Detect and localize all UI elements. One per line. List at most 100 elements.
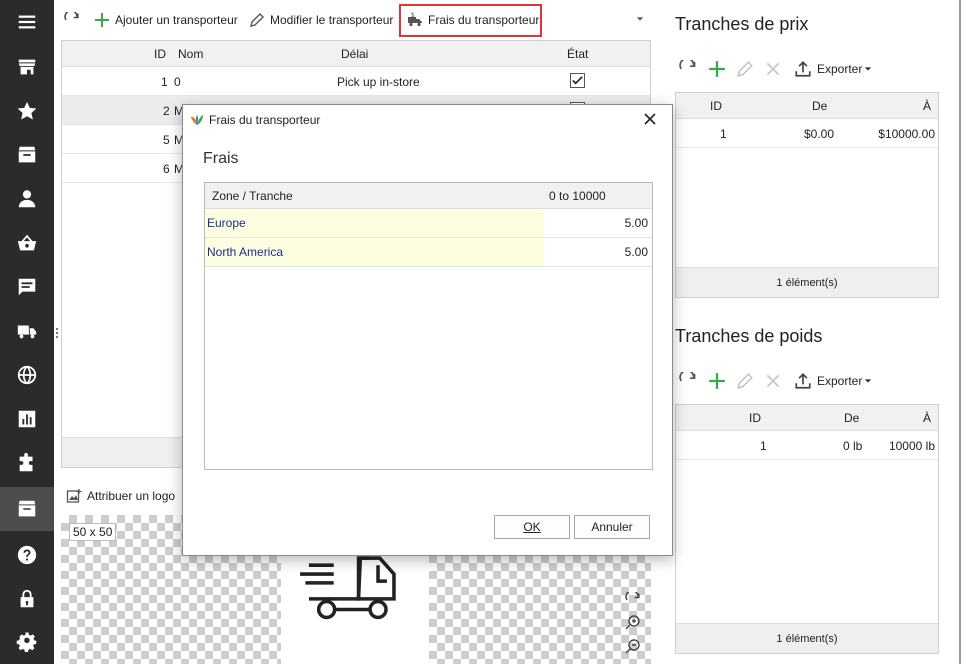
weight-add-button[interactable] (708, 369, 726, 393)
row-id: 1 (161, 75, 168, 89)
weight-refresh-button[interactable] (679, 369, 697, 393)
weight-export-button[interactable]: Exporter (794, 369, 872, 393)
price-ranges-grid: ID De À 1 $0.00 $10000.00 1 élément(s) (675, 92, 939, 298)
sidebar-item-shipping[interactable] (0, 309, 54, 353)
ok-label: OK (523, 520, 541, 534)
price-export-label: Exporter (817, 62, 863, 76)
close-icon[interactable] (642, 111, 658, 127)
add-carrier-button[interactable]: Ajouter un transporteur (94, 8, 238, 32)
table-row[interactable]: 1 $0.00 $10000.00 (676, 119, 938, 148)
cancel-label: Annuler (591, 520, 633, 534)
zoom-out-icon[interactable] (625, 638, 641, 654)
help-icon (17, 545, 37, 565)
zone-link[interactable]: North America (205, 238, 544, 266)
toolbar-overflow-button[interactable] (636, 12, 646, 26)
row-id: 6 (163, 162, 170, 176)
weight-delete-button[interactable] (764, 369, 782, 393)
refresh-icon (64, 12, 79, 21)
price-add-button[interactable] (708, 57, 726, 81)
column-header-range[interactable]: 0 to 10000 (549, 189, 606, 203)
column-header-to[interactable]: À (923, 411, 931, 425)
sidebar-item-orders[interactable] (0, 133, 54, 177)
rotate-icon[interactable] (625, 592, 641, 608)
price-ranges-title: Tranches de prix (675, 14, 809, 34)
table-row[interactable]: Europe 5.00 (205, 209, 652, 238)
dialog-heading: Frais (203, 150, 239, 167)
preview-tools (619, 590, 649, 664)
sidebar-item-reports[interactable] (0, 397, 54, 441)
column-header-id[interactable]: ID (749, 411, 761, 425)
message-icon (18, 278, 36, 296)
logo-size-badge: 50 x 50 (69, 523, 117, 541)
weight-grid-header: ID De À (676, 405, 938, 431)
refresh-button[interactable] (64, 8, 85, 32)
fee-value[interactable]: 5.00 (625, 209, 648, 237)
price-delete-button[interactable] (764, 57, 782, 81)
upload-icon (795, 61, 811, 77)
column-header-id[interactable]: ID (154, 47, 166, 61)
chart-icon (18, 410, 36, 428)
cancel-button[interactable]: Annuler (574, 515, 650, 539)
price-grid-header: ID De À (676, 93, 938, 119)
truck-icon (17, 325, 37, 339)
lock-icon (20, 589, 34, 608)
plus-icon (95, 13, 109, 27)
caret-down-icon (636, 17, 644, 21)
table-row[interactable]: 1 0 lb 10000 lb (676, 431, 938, 460)
column-header-to[interactable]: À (923, 99, 931, 113)
pencil-icon (737, 61, 753, 77)
delivery-truck-logo (300, 556, 396, 620)
column-header-zone[interactable]: Zone / Tranche (212, 189, 293, 203)
row-id: 5 (163, 133, 170, 147)
sidebar-item-catalog[interactable] (0, 487, 54, 531)
price-export-button[interactable]: Exporter (794, 57, 872, 81)
fees-button-highlight (399, 4, 542, 37)
image-add-icon (66, 489, 82, 503)
column-header-from[interactable]: De (844, 411, 859, 425)
store-icon (18, 59, 36, 75)
sidebar-item-localization[interactable] (0, 353, 54, 397)
gear-icon (16, 632, 37, 653)
sidebar-item-messages[interactable] (0, 265, 54, 309)
price-edit-button[interactable] (736, 57, 754, 81)
refresh-icon (679, 60, 696, 70)
edit-carrier-button[interactable]: Modifier le transporteur (249, 8, 393, 32)
sidebar-item-security[interactable] (0, 577, 54, 621)
column-header-from[interactable]: De (812, 99, 827, 113)
table-row[interactable]: 1 0 Pick up in-store (62, 67, 650, 96)
ok-button[interactable]: OK (494, 515, 570, 539)
carrier-fees-dialog: Frais du transporteur Frais Zone / Tranc… (182, 104, 673, 556)
sidebar-item-favorites[interactable] (0, 89, 54, 133)
row-to: $10000.00 (878, 127, 935, 141)
sidebar-item-settings[interactable] (0, 620, 54, 664)
sidebar-item-customers[interactable] (0, 177, 54, 221)
sidebar-item-help[interactable] (0, 533, 54, 577)
column-header-status[interactable]: État (567, 47, 588, 61)
caret-down-icon (865, 379, 872, 383)
fee-value[interactable]: 5.00 (625, 238, 648, 266)
column-header-name[interactable]: Nom (178, 47, 203, 61)
zone-link[interactable]: Europe (205, 209, 544, 237)
sidebar-item-carts[interactable] (0, 221, 54, 265)
weight-edit-button[interactable] (736, 369, 754, 393)
column-header-id[interactable]: ID (710, 99, 722, 113)
upload-icon (795, 373, 811, 389)
splitter-grip[interactable] (56, 328, 58, 338)
row-id: 1 (720, 127, 727, 141)
zoom-in-icon[interactable] (625, 614, 641, 630)
sidebar-item-store[interactable] (0, 45, 54, 89)
row-to: 10000 lb (888, 439, 935, 453)
sidebar-item-modules[interactable] (0, 441, 54, 485)
close-icon (766, 62, 780, 76)
assign-logo-button[interactable]: Attribuer un logo (66, 484, 175, 508)
dialog-title: Frais du transporteur (209, 113, 321, 127)
column-header-delay[interactable]: Délai (341, 47, 368, 61)
row-id: 1 (760, 439, 767, 453)
status-checkbox[interactable] (570, 73, 585, 88)
menu-button[interactable] (0, 0, 54, 44)
caret-down-icon (865, 67, 872, 71)
price-refresh-button[interactable] (679, 57, 697, 81)
weight-grid-footer: 1 élément(s) (676, 623, 938, 653)
person-icon (18, 190, 36, 208)
table-row[interactable]: North America 5.00 (205, 238, 652, 267)
